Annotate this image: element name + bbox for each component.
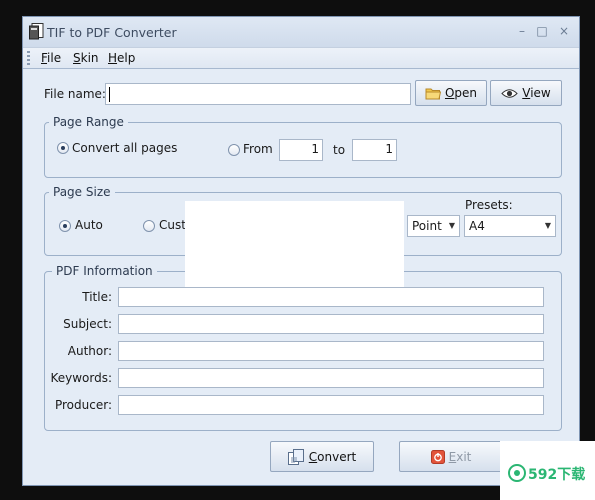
page-size-title: Page Size — [49, 185, 115, 199]
from-radio[interactable] — [228, 144, 240, 156]
unit-select[interactable]: Point ▼ — [407, 215, 460, 237]
convert-button[interactable]: Convert — [270, 441, 374, 472]
menu-skin-label: kin — [80, 51, 99, 65]
subject-input[interactable] — [118, 314, 544, 334]
menu-help-label: elp — [117, 51, 136, 65]
keywords-label: Keywords: — [50, 371, 112, 385]
exit-button[interactable]: Exit — [399, 441, 503, 472]
menu-help[interactable]: Help — [108, 51, 135, 65]
convert-accel: C — [308, 449, 318, 464]
presets-select[interactable]: A4 ▼ — [464, 215, 556, 237]
author-label: Author: — [67, 344, 112, 358]
to-label: to — [333, 143, 346, 157]
from-label[interactable]: From — [243, 142, 273, 156]
pdf-info-title: PDF Information — [52, 264, 157, 278]
to-page-input[interactable]: 1 — [352, 139, 397, 161]
eye-icon — [501, 88, 518, 98]
window-title: TIF to PDF Converter — [47, 25, 177, 40]
author-input[interactable] — [118, 341, 544, 361]
chevron-down-icon: ▼ — [544, 221, 551, 230]
convert-icon — [287, 448, 304, 465]
keywords-input[interactable] — [118, 368, 544, 388]
convert-rest: onvert — [317, 449, 357, 464]
menu-file-label: ile — [47, 51, 62, 65]
custom-size-radio[interactable] — [143, 220, 155, 232]
maximize-button[interactable]: □ — [534, 23, 550, 39]
menu-file[interactable]: File — [41, 51, 61, 65]
producer-label: Producer: — [54, 398, 112, 412]
menu-grip — [27, 51, 30, 65]
app-icon — [29, 23, 44, 40]
convert-all-radio[interactable] — [57, 142, 69, 154]
title-bar[interactable]: TIF to PDF Converter – □ × — [23, 17, 579, 47]
menu-bar: File Skin Help — [23, 47, 579, 69]
auto-size-label[interactable]: Auto — [75, 218, 103, 232]
menu-skin-accel: S — [73, 51, 81, 65]
exit-rest: xit — [456, 449, 472, 464]
view-rest: iew — [530, 86, 551, 100]
from-page-input[interactable]: 1 — [279, 139, 323, 161]
watermark-text: 592下载 — [528, 467, 586, 483]
open-button[interactable]: Open — [415, 80, 487, 106]
title-input[interactable] — [118, 287, 544, 307]
menu-help-accel: H — [108, 51, 118, 65]
page-range-title: Page Range — [49, 115, 128, 129]
open-rest: pen — [454, 86, 478, 100]
power-icon — [430, 449, 445, 464]
watermark-logo-icon — [508, 464, 526, 482]
minimize-button[interactable]: – — [514, 23, 530, 39]
white-occlusion — [185, 201, 404, 287]
close-button[interactable]: × — [556, 23, 572, 39]
presets-select-value: A4 — [469, 219, 485, 233]
convert-button-label: Convert — [309, 450, 356, 464]
menu-skin[interactable]: Skin — [73, 51, 99, 65]
exit-button-label: Exit — [449, 450, 472, 464]
presets-label: Presets: — [465, 198, 513, 212]
auto-size-radio[interactable] — [59, 220, 71, 232]
text-caret — [109, 87, 110, 102]
open-accel: O — [444, 86, 455, 100]
unit-select-value: Point — [412, 219, 442, 233]
file-name-label: File name: — [44, 87, 106, 101]
producer-input[interactable] — [118, 395, 544, 415]
file-name-input[interactable] — [105, 83, 411, 105]
chevron-down-icon: ▼ — [448, 221, 455, 230]
folder-icon — [425, 88, 441, 99]
title-label: Title: — [82, 290, 112, 304]
open-button-label: Open — [445, 86, 477, 100]
view-accel: V — [522, 86, 531, 100]
view-button[interactable]: View — [490, 80, 562, 106]
convert-all-label[interactable]: Convert all pages — [72, 141, 177, 155]
subject-label: Subject: — [63, 317, 112, 331]
view-button-label: View — [522, 86, 550, 100]
